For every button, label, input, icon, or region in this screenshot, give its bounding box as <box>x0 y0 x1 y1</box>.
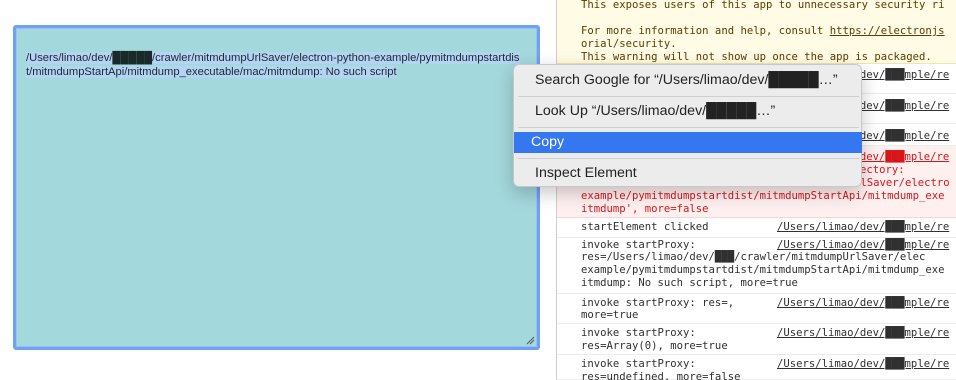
log-message: example/pymitmdumpstartdist/mitmdumpStar… <box>581 264 945 276</box>
menu-item-inspect-element[interactable]: Inspect Element <box>518 163 859 184</box>
menu-separator <box>518 96 859 97</box>
textarea-selected-text[interactable]: /Users/limao/dev/█████/crawler/mitmdumpU… <box>26 51 521 79</box>
security-docs-link[interactable]: https://electronjs <box>830 25 945 37</box>
log-message: itmdump: No such script, more=true <box>581 277 798 289</box>
menu-separator <box>518 158 859 159</box>
menu-item-search-google[interactable]: Search Google for “/Users/limao/dev/████… <box>518 70 859 91</box>
menu-item-look-up[interactable]: Look Up “/Users/limao/dev/█████…” <box>518 101 859 122</box>
log-message: invoke startProxy: res=, <box>581 297 735 309</box>
warning-line-2: For more information and help, consult h… <box>581 25 945 37</box>
error-text-line: ectory: <box>860 164 905 176</box>
warning-line-3: orial/security. <box>581 38 677 50</box>
selected-text-span: /Users/limao/dev/█████/crawler/mitmdumpU… <box>26 52 520 78</box>
log-message: invoke startProxy: <box>581 327 696 339</box>
log-message: more=true <box>581 309 639 321</box>
security-warning-message: This exposes users of this app to unnece… <box>557 0 956 64</box>
console-row: startElement clicked /Users/limao/dev/██… <box>557 218 956 238</box>
screen: /Users/limao/dev/█████/crawler/mitmdumpU… <box>0 0 956 380</box>
source-link[interactable]: /Users/limao/dev/███mple/re <box>777 327 949 339</box>
source-link[interactable]: /Users/limao/dev/███mple/re <box>777 239 949 251</box>
output-textarea[interactable]: /Users/limao/dev/█████/crawler/mitmdumpU… <box>13 25 540 350</box>
console-row: invoke startProxy: res=, /Users/limao/de… <box>557 294 956 324</box>
log-message: startElement clicked <box>581 221 709 233</box>
source-link[interactable]: /Users/limao/dev/███mple/re <box>777 221 949 233</box>
error-text-line: example/pymitmdumpstartdist/mitmdumpStar… <box>581 190 945 202</box>
menu-item-copy[interactable]: Copy <box>514 132 862 153</box>
source-link[interactable]: /Users/limao/dev/███mple/re <box>777 297 949 309</box>
app-content-area: /Users/limao/dev/█████/crawler/mitmdumpU… <box>0 0 556 380</box>
log-message: res=Array(0), more=true <box>581 340 728 352</box>
context-menu: Search Google for “/Users/limao/dev/████… <box>513 64 862 187</box>
log-message: invoke startProxy: <box>581 239 696 251</box>
console-row: invoke startProxy: /Users/limao/dev/███m… <box>557 324 956 355</box>
console-row: invoke startProxy: /Users/limao/dev/███m… <box>557 355 956 380</box>
log-message: invoke startProxy: <box>581 358 696 370</box>
warning-line-4: This warning will not show up once the a… <box>581 51 932 63</box>
warning-line-2-text: For more information and help, consult <box>581 25 830 37</box>
error-text-line: rlSaver/electro <box>854 177 950 189</box>
error-text-line: itmdump', more=false <box>581 203 709 215</box>
resize-grip-icon[interactable] <box>526 336 535 345</box>
source-link[interactable]: /Users/limao/dev/███mple/re <box>777 358 949 370</box>
devtools-console-pane: This exposes users of this app to unnece… <box>556 0 956 380</box>
log-message: res=/Users/limao/dev/███/crawler/mitmdum… <box>581 251 926 263</box>
menu-separator <box>518 127 859 128</box>
console-row: invoke startProxy: /Users/limao/dev/███m… <box>557 238 956 294</box>
log-message: res=undefined, more=false <box>581 371 741 380</box>
warning-line-1: This exposes users of this app to unnece… <box>581 0 945 11</box>
